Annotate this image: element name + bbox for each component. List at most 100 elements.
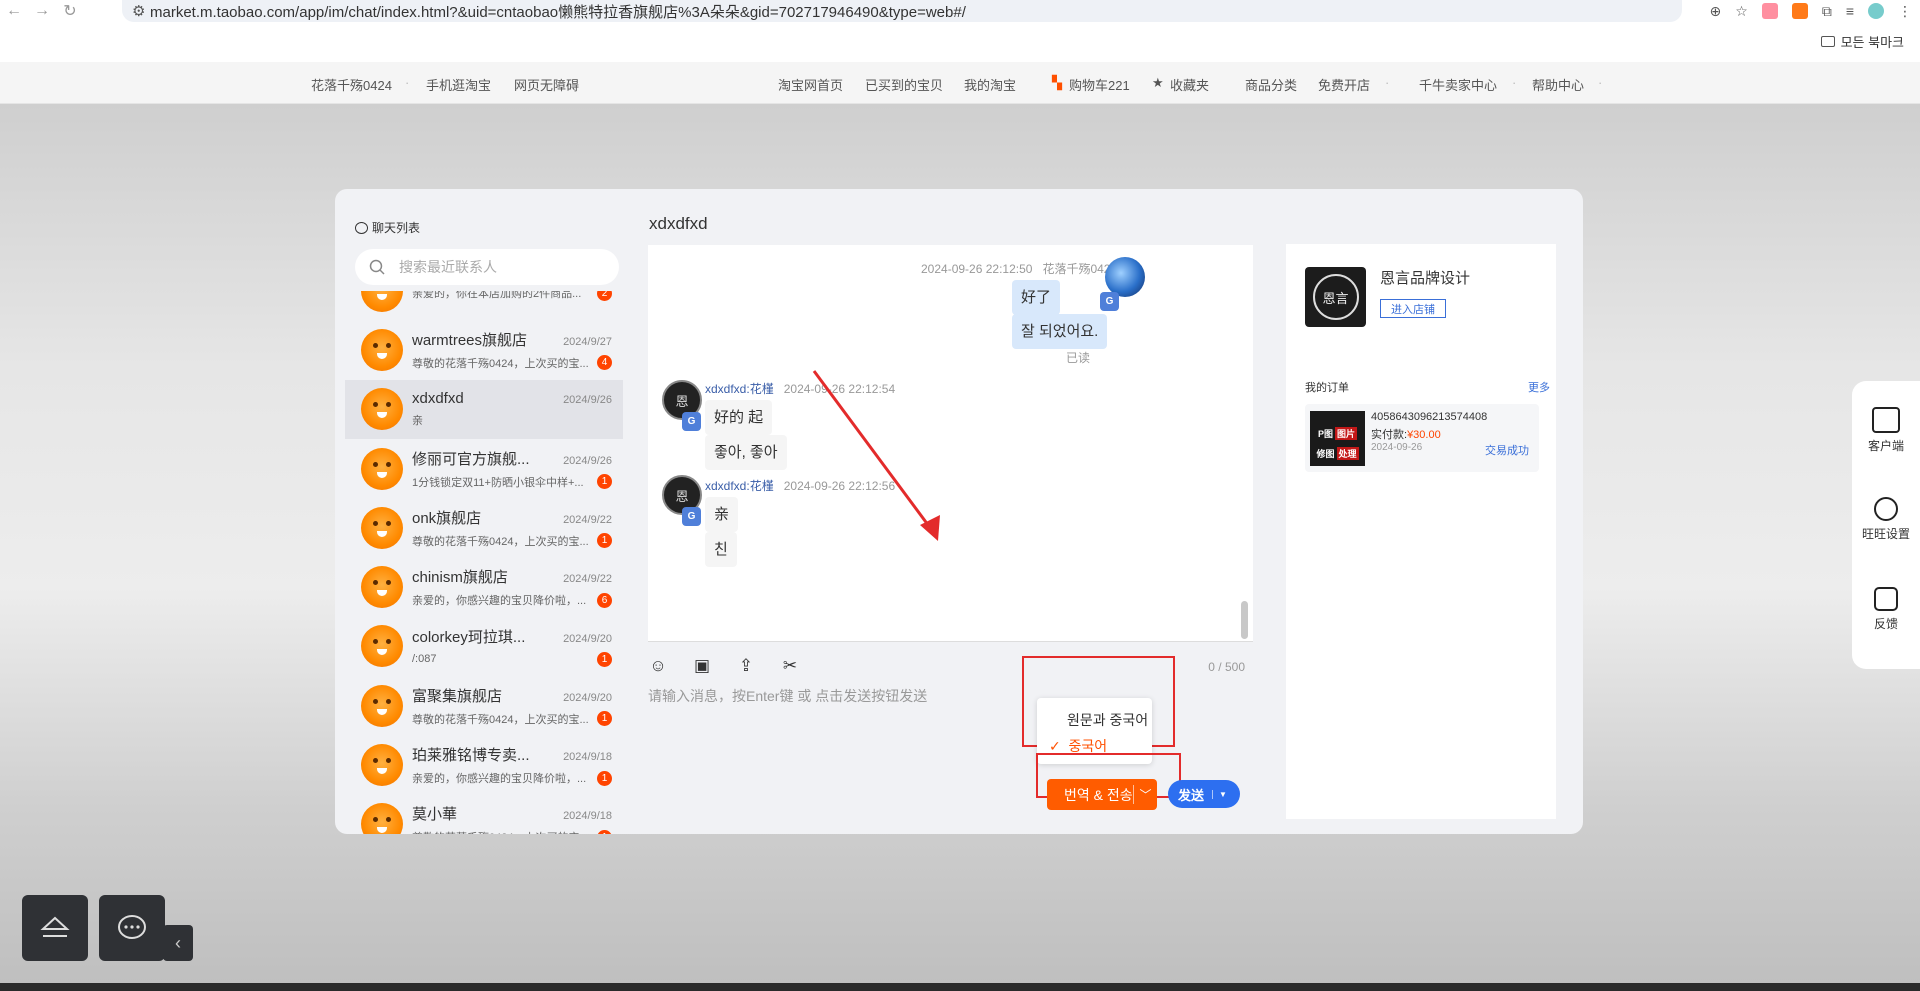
all-bookmarks[interactable]: 모든 북마크 xyxy=(1820,32,1904,51)
conversation-panel: xdxdfxd 2024-09-26 22:12:50 花落千殇0424 G 好… xyxy=(630,189,1257,834)
caret-down-icon[interactable]: ▼ xyxy=(1212,789,1227,799)
nav-cart[interactable]: 购物车221 xyxy=(1069,75,1130,94)
extensions-icon[interactable]: ⧉ xyxy=(1822,3,1832,20)
contact-item[interactable]: 莫小華 2024/9/18 尊敬的花落千殇0424，上次买的宝... 1 xyxy=(345,795,623,834)
contact-item[interactable]: 修丽可官方旗舰... 2024/9/26 1分钱锁定双11+防晒小银伞中样+... 1 xyxy=(345,439,623,498)
contact-item[interactable]: 珀莱雅铭博专卖... 2024/9/18 亲爱的，你感兴趣的宝贝降价啦，... 1 xyxy=(345,735,623,794)
extension-icon[interactable] xyxy=(1791,3,1808,19)
contact-search[interactable] xyxy=(355,249,619,285)
feedback[interactable]: 反馈 xyxy=(1852,587,1920,632)
profile-avatar[interactable] xyxy=(1868,3,1884,19)
chevron-left-icon[interactable]: ‹ xyxy=(163,925,193,961)
menu-icon[interactable]: ⋮ xyxy=(1898,3,1912,20)
nav-categories[interactable]: 商品分类 xyxy=(1245,75,1297,94)
address-bar[interactable]: ⚙ market.m.taobao.com/app/im/chat/index.… xyxy=(122,0,1682,22)
browser-actions: ⊕ ☆ ⧉ ≡ ⋮ xyxy=(1710,0,1912,22)
eject-icon xyxy=(40,916,70,937)
translate-icon[interactable]: G xyxy=(682,412,701,431)
chevron-down-icon[interactable]: ﹀ xyxy=(1133,785,1157,804)
upload-icon[interactable]: ⇪ xyxy=(736,656,756,676)
contact-item[interactable]: xdxdfxd 2024/9/26 亲 xyxy=(345,379,623,439)
send-button[interactable]: 发送 ▼ xyxy=(1168,780,1240,808)
contact-last-message: 亲爱的，你在本店加购的2件商品... xyxy=(412,291,582,301)
nav-seller-center[interactable]: 千牛卖家中心 xyxy=(1419,75,1497,94)
contact-name: xdxdfxd xyxy=(412,390,464,408)
contact-name: 珀莱雅铭博专卖... xyxy=(412,747,530,765)
message-bubble: 亲 xyxy=(705,497,739,532)
emoji-icon[interactable]: ☺ xyxy=(648,656,668,676)
media-icon[interactable]: ≡ xyxy=(1846,3,1854,19)
back-icon[interactable]: ← xyxy=(0,0,28,22)
orders-more-link[interactable]: 更多 xyxy=(1528,379,1550,395)
contact-item[interactable]: warmtrees旗舰店 2024/9/27 尊敬的花落千殇0424，上次买的宝..… xyxy=(345,320,623,379)
annotation-arrow-icon xyxy=(812,370,940,541)
forward-icon[interactable]: → xyxy=(28,0,56,22)
chat-list-title: 聊天列表 xyxy=(355,219,420,236)
edit-icon xyxy=(1874,587,1898,611)
chat-list-panel: 聊天列表 亲爱的，你在本店加购的2件商品... 2 warmtrees旗舰店 2024… xyxy=(345,199,635,834)
contact-item[interactable]: 富聚集旗舰店 2024/9/20 尊敬的花落千殇0424，上次买的宝... 1 xyxy=(345,676,623,735)
shop-logo[interactable]: 恩言 xyxy=(1305,267,1366,327)
translate-icon[interactable]: G xyxy=(682,507,701,526)
contact-item[interactable]: onk旗舰店 2024/9/22 尊敬的花落千殇0424，上次买的宝... 1 xyxy=(345,498,623,557)
taskbar-strip xyxy=(0,983,1920,991)
chat-float-button[interactable] xyxy=(99,895,165,961)
avatar xyxy=(361,328,403,371)
contact-item[interactable]: colorkey珂拉琪... 2024/9/20 /:087 1 xyxy=(345,617,623,676)
gear-icon xyxy=(1874,497,1898,521)
nav-home[interactable]: 淘宝网首页 xyxy=(778,75,843,94)
enter-shop-button[interactable]: 进入店铺 xyxy=(1380,299,1446,318)
extension-icon[interactable] xyxy=(1761,3,1778,19)
shop-info-panel: 恩言 恩言品牌设计 进入店铺 我的订单 更多 P图 图片 修图 处理 4058643… xyxy=(1286,244,1556,819)
order-card[interactable]: P图 图片 修图 处理 4058643096213574408 实付款:¥30.00… xyxy=(1305,404,1539,472)
reload-icon[interactable]: ↻ xyxy=(56,0,84,22)
client-download[interactable]: 客户端 xyxy=(1852,407,1920,454)
contact-item[interactable]: chinism旗舰店 2024/9/22 亲爱的，你感兴趣的宝贝降价啦，... 6 xyxy=(345,557,623,616)
order-status[interactable]: 交易成功 xyxy=(1485,442,1529,458)
composer: ☺ ▣ ⇪ ✂ 0 / 500 请输入消息，按Enter键 或 点击发送按钮发送… xyxy=(648,641,1253,834)
translate-send-button[interactable]: 번역 & 전송 ﹀ xyxy=(1047,779,1157,810)
contact-name: chinism旗舰店 xyxy=(412,569,508,587)
message-area: 2024-09-26 22:12:50 花落千殇0424 G 好了 잘 되었어요… xyxy=(648,245,1253,641)
contact-last-message: 尊敬的花落千殇0424，上次买的宝... xyxy=(412,829,589,834)
nav-my-taobao[interactable]: 我的淘宝 xyxy=(964,75,1016,94)
eject-button[interactable] xyxy=(22,895,88,961)
message-input[interactable]: 请输入消息，按Enter键 或 点击发送按钮发送 xyxy=(648,686,927,706)
site-top-nav: 花落千殇0424 · 手机逛淘宝 网页无障碍 淘宝网首页 已买到的宝贝 我的淘宝… xyxy=(0,62,1920,104)
star-icon[interactable]: ☆ xyxy=(1735,3,1748,20)
message-bubble: 친 xyxy=(705,532,737,567)
lang-option-original[interactable]: 원문과 중국어 xyxy=(1067,710,1148,730)
wangwang-settings[interactable]: 旺旺设置 xyxy=(1852,497,1920,542)
zoom-icon[interactable]: ⊕ xyxy=(1710,3,1722,20)
nav-mobile[interactable]: 手机逛淘宝 xyxy=(426,75,491,94)
avatar xyxy=(361,506,403,549)
scissors-icon[interactable]: ✂ xyxy=(780,656,800,676)
unread-badge: 1 xyxy=(597,770,612,786)
nav-bought[interactable]: 已买到的宝贝 xyxy=(865,75,943,94)
cart-icon: ▚ xyxy=(1052,75,1062,90)
unread-badge: 1 xyxy=(597,533,612,549)
contact-item[interactable]: 亲爱的，你在本店加购的2件商品... 2 xyxy=(345,291,623,320)
shop-name: 恩言品牌设计 xyxy=(1380,270,1471,287)
message-scrollbar[interactable] xyxy=(1241,601,1248,639)
contact-last-message: 1分钱锁定双11+防晒小银伞中样+... xyxy=(412,476,584,489)
image-icon[interactable]: ▣ xyxy=(692,656,712,676)
search-input[interactable] xyxy=(399,259,589,275)
contact-last-message: 尊敬的花落千殇0424，上次买的宝... xyxy=(412,357,589,370)
nav-favorites[interactable]: 收藏夹 xyxy=(1170,75,1209,94)
nav-open-shop[interactable]: 免费开店 xyxy=(1318,75,1370,94)
translate-icon[interactable]: G xyxy=(1100,292,1119,311)
nav-username[interactable]: 花落千殇0424 xyxy=(311,75,392,94)
site-info-icon[interactable]: ⚙ xyxy=(132,2,150,20)
nav-help[interactable]: 帮助中心 xyxy=(1532,75,1584,94)
nav-accessibility[interactable]: 网页无障碍 xyxy=(514,75,579,94)
unread-badge: 1 xyxy=(597,829,612,834)
contact-date: 2024/9/22 xyxy=(563,513,612,526)
avatar[interactable] xyxy=(1105,257,1145,297)
contact-name: colorkey珂拉琪... xyxy=(412,628,526,646)
order-thumbnail: P图 图片 修图 处理 xyxy=(1310,411,1365,466)
url-text: market.m.taobao.com/app/im/chat/index.ht… xyxy=(150,3,966,21)
bookmarks-bar: 모든 북마크 xyxy=(0,22,1920,62)
unread-badge: 1 xyxy=(597,651,612,667)
unread-badge: 2 xyxy=(597,291,612,301)
